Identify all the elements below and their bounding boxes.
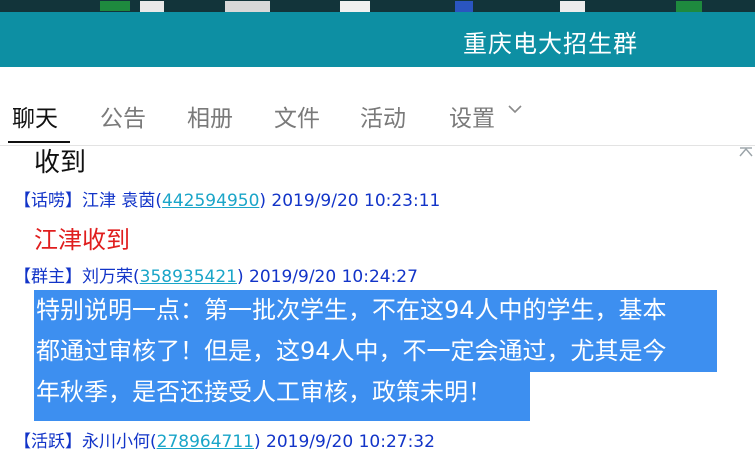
window-title: 重庆电大招生群 (463, 30, 638, 58)
sender-qq-link[interactable]: 442594950 (162, 191, 259, 211)
tab-album[interactable]: 相册 (187, 99, 233, 133)
tab-settings[interactable]: 设置 (449, 99, 495, 133)
chevron-down-icon[interactable] (508, 104, 522, 114)
message-header: 【话唠】江津 袁茵(442594950) 2019/9/20 10:23:11 (14, 186, 440, 211)
message-time: ) 2019/9/20 10:23:11 (259, 191, 441, 211)
sender-name: 刘万荣( (82, 267, 140, 287)
selected-text-line[interactable]: 都通过审核了！但是，这94人中，不一定会通过，尤其是今 (34, 331, 717, 372)
scroll-up-icon[interactable] (739, 146, 753, 158)
message-header: 【活跃】永川小何(278964711) 2019/9/20 10:27:32 (14, 427, 435, 452)
tab-activity[interactable]: 活动 (360, 99, 406, 133)
tab-chat[interactable]: 聊天 (12, 99, 58, 133)
member-badge: 【群主】 (14, 267, 82, 287)
selected-text-line[interactable]: 特别说明一点：第一批次学生，不在这94人中的学生，基本 (34, 290, 717, 331)
tab-bar: 聊天 公告 相册 文件 活动 设置 (0, 67, 755, 146)
sender-name: 永川小何( (82, 432, 157, 452)
sender-qq-link[interactable]: 278964711 (157, 432, 254, 452)
message-text: 江津收到 (34, 226, 130, 254)
message-header: 【群主】刘万荣(358935421) 2019/9/20 10:24:27 (14, 262, 418, 287)
message-text: 收到 (34, 148, 87, 178)
member-badge: 【话唠】 (14, 191, 82, 211)
tab-files[interactable]: 文件 (274, 99, 320, 133)
title-bar: 重庆电大招生群 (0, 12, 755, 67)
tab-announcement[interactable]: 公告 (100, 99, 146, 133)
member-badge: 【活跃】 (14, 432, 82, 452)
sender-name: 江津 袁茵( (82, 191, 163, 211)
sender-qq-link[interactable]: 358935421 (140, 267, 237, 287)
selected-text-line[interactable]: 年秋季，是否还接受人工审核，政策未明！ (34, 372, 530, 421)
message-time: ) 2019/9/20 10:24:27 (236, 267, 418, 287)
message-time: ) 2019/9/20 10:27:32 (253, 432, 435, 452)
